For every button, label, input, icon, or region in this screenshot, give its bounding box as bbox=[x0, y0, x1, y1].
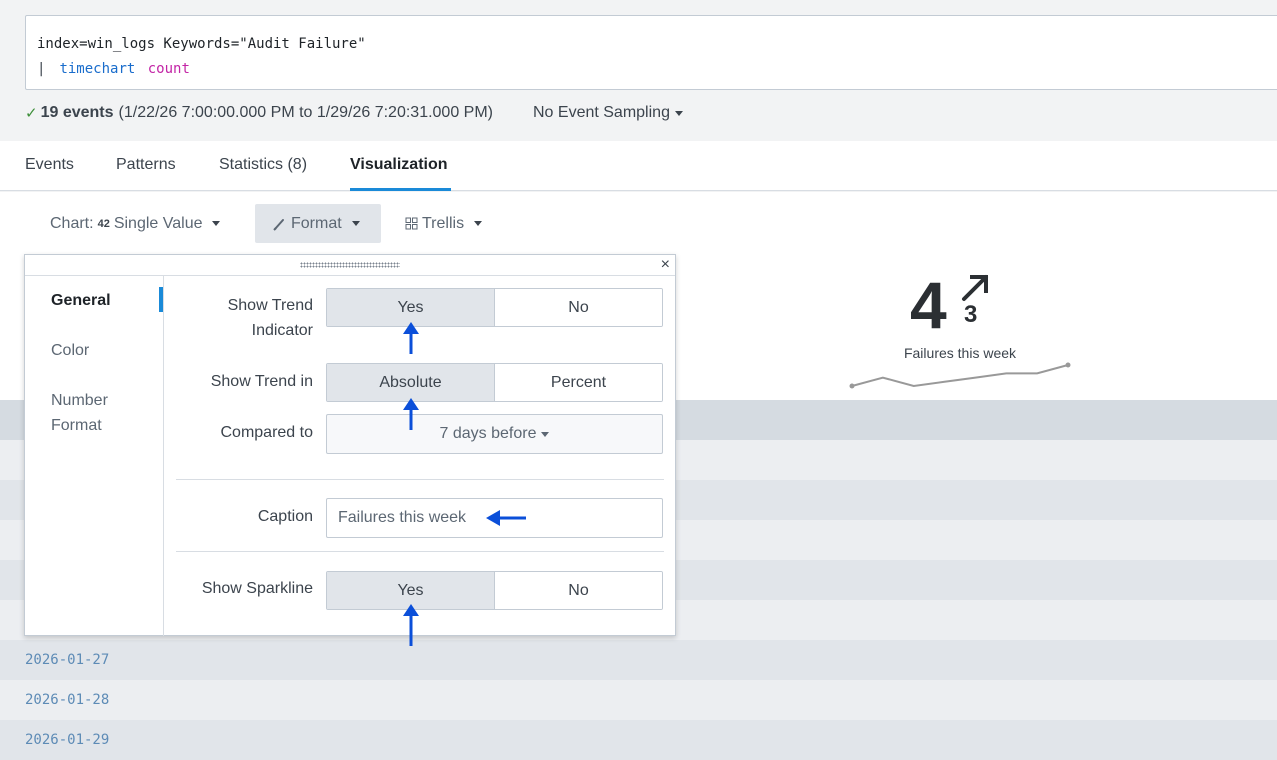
format-button[interactable]: Format bbox=[255, 204, 381, 243]
single-value-icon: 42 bbox=[97, 217, 110, 230]
show-trend-no[interactable]: No bbox=[494, 289, 662, 326]
nav-item-general[interactable]: General bbox=[51, 288, 111, 313]
show-trend-label: Show Trend Indicator bbox=[227, 297, 313, 339]
close-icon[interactable]: × bbox=[661, 255, 670, 275]
sparkline bbox=[849, 362, 1071, 389]
caret-down-icon bbox=[541, 431, 550, 437]
chart-type-label: Single Value bbox=[113, 214, 203, 232]
event-sampling-dropdown[interactable]: No Event Sampling bbox=[533, 104, 683, 122]
format-label: Format bbox=[291, 214, 342, 232]
trend-value: 3 bbox=[964, 301, 978, 328]
active-nav-marker bbox=[159, 287, 163, 312]
search-function: count bbox=[147, 61, 190, 77]
search-line-1: index=win_logs Keywords="Audit Failure" bbox=[37, 36, 366, 52]
single-value-number: 4 bbox=[910, 268, 947, 342]
tab-visualization[interactable]: Visualization bbox=[350, 156, 451, 191]
trellis-button[interactable]: Trellis bbox=[393, 204, 494, 243]
sparkline-start-point bbox=[849, 383, 855, 389]
compared-to-dropdown[interactable]: 7 days before bbox=[326, 414, 663, 454]
search-line-2: | timechart count bbox=[37, 57, 1273, 82]
check-icon: ✓ bbox=[25, 105, 38, 122]
show-sparkline-toggle: Yes No bbox=[326, 571, 663, 610]
nav-item-number-format[interactable]: Number Format bbox=[51, 388, 141, 438]
compared-to-label: Compared to bbox=[220, 424, 314, 441]
chart-type-button[interactable]: Chart: 42 Single Value bbox=[38, 204, 232, 243]
caption-label: Caption bbox=[257, 508, 313, 525]
caret-down-icon bbox=[674, 110, 683, 116]
format-panel: × General Color Number Format Show Trend… bbox=[24, 254, 676, 636]
annotation-arrow-up-icon bbox=[403, 604, 419, 646]
panel-header: × bbox=[25, 255, 675, 276]
search-query-editor[interactable]: index=win_logs Keywords="Audit Failure" … bbox=[25, 15, 1277, 90]
search-pipe: | bbox=[37, 61, 46, 77]
sparkline-line bbox=[851, 364, 1069, 388]
divider bbox=[176, 479, 664, 480]
event-count: 19 events bbox=[40, 104, 114, 121]
single-value-caption: Failures this week bbox=[903, 345, 1017, 361]
format-nav: General Color Number Format bbox=[25, 276, 164, 636]
search-command: timechart bbox=[59, 61, 136, 77]
divider bbox=[176, 551, 664, 552]
trend-up-arrow-icon bbox=[962, 275, 988, 301]
nav-item-color[interactable]: Color bbox=[51, 338, 89, 363]
time-range: (1/22/26 7:00:00.000 PM to 1/29/26 7:20:… bbox=[118, 104, 493, 121]
table-row: 2026-01-27 bbox=[0, 640, 1277, 680]
results-tabs: Events Patterns Statistics (8) Visualiza… bbox=[0, 141, 1277, 191]
trend-in-label: Show Trend in bbox=[210, 373, 313, 390]
grid-icon bbox=[405, 217, 418, 230]
drag-handle-icon[interactable] bbox=[300, 262, 400, 268]
caret-down-icon bbox=[212, 221, 221, 226]
caret-down-icon bbox=[474, 221, 483, 226]
search-status: ✓ 19 events (1/22/26 7:00:00.000 PM to 1… bbox=[25, 104, 683, 122]
show-sparkline-label: Show Sparkline bbox=[201, 580, 313, 597]
table-row: 2026-01-28 bbox=[0, 680, 1277, 720]
annotation-arrow-left-icon bbox=[486, 510, 526, 526]
tab-events[interactable]: Events bbox=[25, 156, 74, 191]
tab-statistics[interactable]: Statistics (8) bbox=[219, 156, 307, 191]
table-row: 2026-01-29 bbox=[0, 720, 1277, 760]
trend-in-percent[interactable]: Percent bbox=[494, 364, 662, 401]
sparkline-end-point bbox=[1065, 362, 1071, 368]
event-sampling-label: No Event Sampling bbox=[533, 104, 670, 121]
chart-label: Chart: bbox=[50, 214, 94, 232]
compared-to-value: 7 days before bbox=[439, 425, 537, 442]
trend-in-toggle: Absolute Percent bbox=[326, 363, 663, 402]
caret-down-icon bbox=[351, 221, 360, 226]
annotation-arrow-up-icon bbox=[403, 398, 419, 430]
brush-icon bbox=[273, 218, 284, 231]
show-trend-toggle: Yes No bbox=[326, 288, 663, 327]
trellis-label: Trellis bbox=[422, 214, 465, 232]
tab-patterns[interactable]: Patterns bbox=[116, 156, 176, 191]
single-value-viz[interactable]: 4 3 Failures this week bbox=[840, 265, 1080, 395]
annotation-arrow-up-icon bbox=[403, 322, 419, 354]
show-sparkline-no[interactable]: No bbox=[494, 572, 662, 609]
